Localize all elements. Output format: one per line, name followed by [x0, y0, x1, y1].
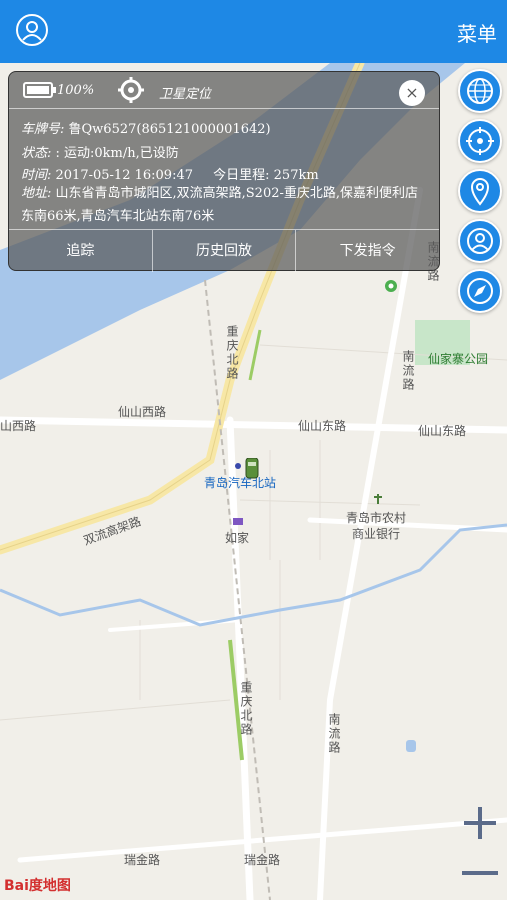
pin-icon[interactable] — [458, 169, 502, 213]
close-icon[interactable]: × — [399, 80, 425, 106]
gps-target-icon — [118, 77, 144, 103]
zoom-out-icon[interactable] — [460, 853, 500, 893]
globe-icon[interactable] — [458, 69, 502, 113]
time-row: 时间: 2017-05-12 16:09:47 今日里程: 257km — [21, 164, 319, 183]
time-value: 2017-05-12 16:09:47 — [55, 168, 193, 183]
address-value: 山东省青岛市城阳区,双流高架路,S202-重庆北路,保嘉利便利店东南66米,青岛… — [21, 186, 419, 224]
battery-icon — [23, 82, 56, 98]
address-label: 地址: — [21, 186, 56, 201]
mileage-value: 257km — [273, 168, 319, 183]
panel-actions: 追踪 历史回放 下发指令 — [9, 229, 439, 272]
status-label: 状态: — [21, 146, 56, 161]
track-button[interactable]: 追踪 — [9, 230, 153, 272]
poi-label-bank[interactable]: 青岛市农村 — [346, 509, 406, 526]
road-label-xianshan-east: 仙山东路 — [298, 419, 347, 433]
battery-level: 100% — [57, 83, 95, 98]
road-label-xianshan-west: 山西路 — [0, 419, 37, 433]
user-icon[interactable] — [16, 14, 48, 46]
plate-label: 车牌号: — [21, 122, 69, 137]
menu-button[interactable]: 菜单 — [457, 18, 497, 47]
time-label: 时间: — [21, 168, 56, 183]
road-label-xianshan-east: 仙山东路 — [418, 424, 467, 438]
road-label-chongqing-north: 重庆北路 — [239, 681, 253, 737]
gps-mode: 卫星定位 — [159, 87, 212, 102]
road-label-xianshan-west: 仙山西路 — [118, 405, 167, 419]
top-bar: 菜单 — [0, 0, 507, 63]
address-row: 地址: 山东省青岛市城阳区,双流高架路,S202-重庆北路,保嘉利便利店东南66… — [21, 182, 431, 228]
vehicle-info-panel: 100% 卫星定位 × 车牌号: 鲁Qw6527(865121000001642… — [8, 71, 440, 272]
locate-icon[interactable] — [458, 119, 502, 163]
poi-label-rujia[interactable]: 如家 — [225, 529, 249, 546]
plate-value: 鲁Qw6527(865121000001642) — [68, 122, 271, 137]
road-label-ruijin: 瑞金路 — [244, 853, 281, 867]
hotel-icon — [233, 518, 243, 525]
road-label-ruijin: 瑞金路 — [124, 853, 161, 867]
road-label-chongqing-north: 重庆北路 — [225, 325, 239, 381]
park-label: 仙家寨公园 — [428, 352, 489, 366]
status-value: : 运动:0km/h,已设防 — [55, 146, 179, 161]
car-icon[interactable] — [234, 458, 270, 480]
plate-row: 车牌号: 鲁Qw6527(865121000001642) — [21, 118, 271, 137]
compass-icon[interactable] — [458, 269, 502, 313]
send-command-button[interactable]: 下发指令 — [296, 230, 439, 272]
person-icon[interactable] — [458, 219, 502, 263]
bank-icon — [374, 494, 382, 504]
poi-icon — [385, 280, 397, 292]
baidu-logo: Bai度地图 — [4, 878, 71, 894]
road-label-nanliu: 南流路 — [327, 713, 341, 755]
zoom-in-icon[interactable] — [460, 803, 500, 843]
history-playback-button[interactable]: 历史回放 — [153, 230, 297, 272]
mileage-label: 今日里程: — [213, 168, 274, 183]
road-label-nanliu: 南流路 — [401, 350, 415, 392]
status-row: 状态: : 运动:0km/h,已设防 — [21, 142, 179, 161]
panel-header: 100% 卫星定位 × — [9, 72, 439, 109]
poi-label-bank[interactable]: 商业银行 — [352, 525, 400, 542]
